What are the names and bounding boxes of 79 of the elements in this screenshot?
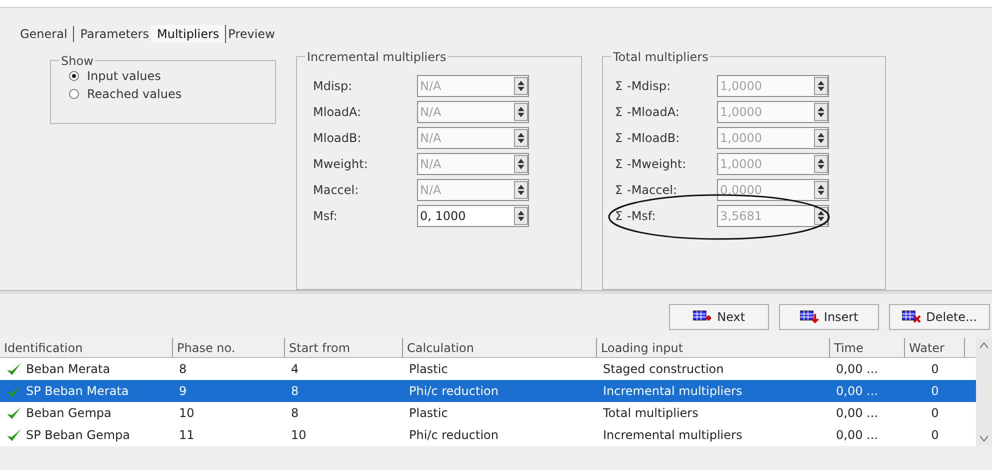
- table-cell-text: Incremental multipliers: [603, 383, 742, 400]
- field-label: -MloadB:: [627, 130, 681, 147]
- table-row[interactable]: SP Beban Merata 9 8 Phi/c reduction Incremental multipliers 0,00 ... 0: [0, 380, 976, 402]
- tab[interactable]: Parameters: [78, 24, 151, 42]
- table-cell-text: 0,00 ...: [836, 383, 878, 400]
- field-label: -Msf:: [627, 208, 657, 225]
- field-label: -Maccel:: [627, 182, 678, 199]
- sigma-icon: Σ: [615, 129, 627, 147]
- table-cell-text: Staged construction: [603, 361, 724, 378]
- column-header[interactable]: Start from: [285, 338, 403, 357]
- table-row[interactable]: Beban Merata 8 4 Plastic Staged construction 0,00 ... 0: [0, 358, 976, 380]
- column-header[interactable]: Time: [830, 338, 905, 357]
- table-cell-text: Incremental multipliers: [603, 427, 742, 444]
- next-button[interactable]: Next: [669, 304, 770, 330]
- column-header[interactable]: Water: [905, 338, 965, 357]
- scroll-down-icon[interactable]: [980, 436, 988, 442]
- table-cell-text: 10: [179, 405, 194, 422]
- table-cell-text: Plastic: [409, 405, 448, 422]
- table-cell-text: 8: [291, 405, 299, 422]
- table-cell-text: 0,00 ...: [836, 361, 878, 378]
- radio-label: Reached values: [87, 86, 182, 103]
- tab[interactable]: Preview: [226, 24, 277, 42]
- table-cell-text: Phi/c reduction: [409, 427, 498, 444]
- table-cell-text: 8: [179, 361, 187, 378]
- insert-button[interactable]: Insert: [779, 304, 880, 330]
- table-icon: [800, 310, 820, 324]
- table-cell-text: 0: [931, 427, 939, 444]
- table-row[interactable]: SP Beban Gempa 11 10 Phi/c reduction Incremental multipliers 0,00 ... 0: [0, 424, 976, 446]
- table-cell-text: 0: [931, 361, 939, 378]
- table-cell-text: 0,00 ...: [836, 405, 878, 422]
- table-row[interactable]: Beban Gempa 10 8 Plastic Total multipliers 0,00 ... 0: [0, 402, 976, 424]
- radio-label: Input values: [87, 68, 161, 85]
- column-header[interactable]: Calculation: [403, 338, 597, 357]
- field-label: -Mweight:: [627, 156, 688, 173]
- table-cell-text: SP Beban Merata: [26, 383, 129, 400]
- sigma-icon: Σ: [615, 155, 627, 173]
- table-cell-text: 9: [179, 383, 187, 400]
- table-cell-text: 8: [291, 383, 299, 400]
- table-cell-text: SP Beban Gempa: [26, 427, 130, 444]
- table-cell-text: 4: [291, 361, 299, 378]
- scrollbar[interactable]: [976, 338, 992, 446]
- tab[interactable]: Multipliers: [150, 24, 226, 42]
- radio-button[interactable]: [69, 89, 79, 99]
- table-cell-text: Beban Gempa: [26, 405, 112, 422]
- field-label: Mweight:: [313, 156, 369, 173]
- sigma-icon: Σ: [615, 181, 627, 199]
- table-cell-text: Beban Merata: [26, 361, 110, 378]
- field-label: -Mdisp:: [627, 78, 672, 95]
- table-cell-text: Total multipliers: [603, 405, 698, 422]
- column-header[interactable]: Loading input: [597, 338, 830, 357]
- radio-button[interactable]: [69, 71, 79, 81]
- number-field[interactable]: 0, 1000: [417, 205, 529, 227]
- check-icon: [6, 406, 22, 420]
- check-icon: [6, 384, 22, 398]
- table-cell-text: Phi/c reduction: [409, 383, 498, 400]
- sigma-icon: Σ: [615, 77, 627, 95]
- sigma-icon: Σ: [615, 207, 627, 225]
- sigma-icon: Σ: [615, 103, 627, 121]
- table-icon: [902, 310, 922, 324]
- table-cell-text: 11: [179, 427, 194, 444]
- delete-button[interactable]: Delete...: [889, 304, 990, 330]
- column-header[interactable]: Phase no.: [173, 338, 285, 357]
- column-header[interactable]: Identification: [0, 338, 173, 357]
- field-label: MloadB:: [313, 130, 362, 147]
- spinner-icon[interactable]: [514, 207, 528, 225]
- field-label: Mdisp:: [313, 78, 354, 95]
- field-label: Msf:: [313, 208, 338, 225]
- scroll-up-icon[interactable]: [980, 342, 988, 348]
- check-icon: [6, 362, 22, 376]
- check-icon: [6, 428, 22, 442]
- tab[interactable]: General: [18, 24, 70, 42]
- field-label: -MloadA:: [627, 104, 680, 121]
- table-cell-text: Plastic: [409, 361, 448, 378]
- table-cell-text: 0: [931, 405, 939, 422]
- field-label: MloadA:: [313, 104, 362, 121]
- table-cell-text: 0: [931, 383, 939, 400]
- table-cell-text: 10: [291, 427, 306, 444]
- table-cell-text: 0,00 ...: [836, 427, 878, 444]
- field-label: Maccel:: [313, 182, 360, 199]
